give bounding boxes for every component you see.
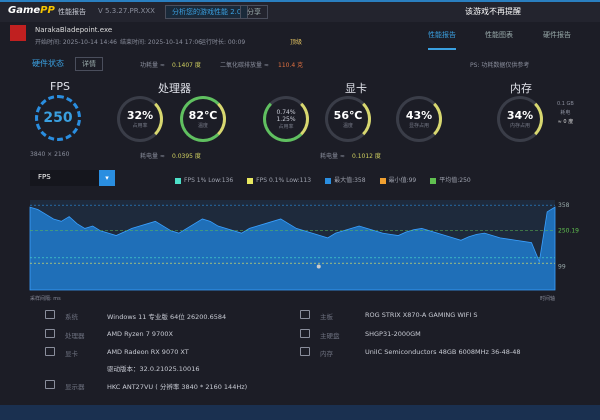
disk-icon <box>300 329 310 338</box>
spec-value: HKC ANT27VU ( 分辨率 3840 * 2160 144Hz) <box>107 383 248 391</box>
memory-side1: 0.1 GB <box>557 101 574 107</box>
details-button[interactable]: 详情 <box>75 57 103 71</box>
spec-value: SHGP31-2000GM <box>365 330 421 338</box>
legend-low1: FPS 1% Low:136 <box>175 177 233 184</box>
y-tick-label: 99 <box>558 264 566 271</box>
carbon-label: 二氧化碳排放量 ≈ <box>220 62 269 69</box>
fps-title: FPS <box>50 80 70 93</box>
spec-label: 内存 <box>320 350 333 358</box>
hardware-status-label: 硬件状态 <box>32 59 64 68</box>
cpu-temp-label: 温度 <box>197 123 208 129</box>
memory-side2: 耗电 <box>560 110 571 116</box>
motherboard-icon <box>300 310 310 319</box>
spec-value: ROG STRIX X870-A GAMING WIFI S <box>365 311 478 319</box>
y-tick-label: 358 <box>558 202 570 209</box>
dropdown-arrow-icon[interactable]: ▾ <box>99 170 115 186</box>
memory-side: 0.1 GB 耗电 ≈ 0 度 <box>557 100 574 127</box>
gpu-usage-label: 占用率 <box>278 123 294 130</box>
spec-value: Windows 11 专业版 64位 26200.6584 <box>107 313 227 321</box>
cpu-usage-label: 占用率 <box>132 123 148 129</box>
cpu-icon <box>45 329 55 338</box>
spec-value: UniIC Semiconductors 48GB 6008MHz 36-48-… <box>365 348 521 356</box>
x-end-label: 时间轴 <box>540 296 556 302</box>
gpu-usage-gauge: 0.74% 1.25% 占用率 <box>263 96 309 142</box>
tab-hardware-report[interactable]: 硬件报告 <box>543 30 571 40</box>
memory-side3: ≈ 0 度 <box>557 119 574 125</box>
fps-value: 250 <box>43 110 73 126</box>
tab-performance-chart[interactable]: 性能图表 <box>485 30 513 40</box>
start-time: 开始时间: 2025-10-14 14:46 <box>35 39 117 46</box>
memory-usage: 34% <box>506 109 534 122</box>
legend-max: 最大值:358 <box>325 175 366 184</box>
gpu-temp: 56℃ <box>333 109 363 122</box>
carbon-value: 110.4 克 <box>278 62 304 69</box>
power-value: 0.1407 度 <box>172 62 201 69</box>
x-start-label: 采样间隔: ms <box>30 296 61 302</box>
cpu-title: 处理器 <box>158 82 191 95</box>
cpu-usage-gauge: 32% 占用率 <box>117 96 163 142</box>
gpu-temp-label: 温度 <box>342 123 353 129</box>
tab-performance-report[interactable]: 性能报告 <box>428 30 456 50</box>
spec-label: 显卡 <box>65 350 78 358</box>
windows-icon <box>45 310 55 319</box>
gpu-temp-gauge: 56℃ 温度 <box>325 96 371 142</box>
gpu-usage: 0.74% 1.25% <box>276 108 296 123</box>
spec-label: 显示器 <box>65 383 85 391</box>
cpu-temp: 82℃ <box>188 109 218 122</box>
gpu-title: 显卡 <box>345 82 367 95</box>
app-title: 性能报告 <box>58 8 86 16</box>
taskbar <box>0 405 600 420</box>
spec-label: 处理器 <box>65 332 85 340</box>
spec-label: 主硬盘 <box>320 332 340 340</box>
gpu-icon <box>45 347 55 356</box>
end-time: 结束时间: 2025-10-14 17:06 <box>120 39 202 46</box>
gamepp-logo: GamePP <box>8 5 55 16</box>
power-label: 功耗量 ≈ <box>140 62 165 69</box>
power-note: PS: 功耗数据仅供参考 <box>470 62 530 69</box>
y-tick-label: 250.19 <box>558 228 579 235</box>
no-remind-link[interactable]: 该游戏不再提醒 <box>465 6 521 17</box>
spec-label: 系统 <box>65 313 78 321</box>
memory-gauge: 34% 内存占用 <box>497 96 543 142</box>
cpu-usage: 32% <box>126 109 154 122</box>
game-name: NarakaBladepoint.exe <box>35 26 113 34</box>
min-point <box>316 264 321 269</box>
cpu-power-label: 耗电量 ≈ <box>140 153 165 160</box>
spec-value: AMD Ryzen 7 9700X <box>107 330 173 338</box>
legend-low01: FPS 0.1% Low:113 <box>247 177 311 184</box>
gpu-power-label: 耗电量 ≈ <box>320 153 345 160</box>
memory-usage-label: 内存占用 <box>509 123 530 129</box>
metric-value: FPS <box>38 173 51 181</box>
cpu-power-value: 0.0395 度 <box>172 153 201 160</box>
duration: 运行时长: 00:09 <box>200 39 246 46</box>
legend-avg: 平均值:250 <box>430 175 471 184</box>
spec-value: 驱动版本：32.0.21025.10016 <box>107 365 200 373</box>
fps-chart: 358 250.19 99 <box>29 200 579 291</box>
spec-value: AMD Radeon RX 9070 XT <box>107 348 189 356</box>
gpu-power-value: 0.1012 度 <box>352 153 381 160</box>
spec-label: 主板 <box>320 313 333 321</box>
monitor-icon <box>45 380 55 389</box>
vram-label: 显存占用 <box>408 123 429 129</box>
version: V 5.3.27.PR.XXX <box>98 7 155 15</box>
memory-icon <box>300 347 310 356</box>
cpu-temp-gauge: 82℃ 温度 <box>180 96 226 142</box>
legend-min: 最小值:99 <box>379 175 416 184</box>
quality-tag: 顶级 <box>290 39 303 46</box>
analyze-button[interactable]: 分析您的游戏性能 2.0 <box>165 5 249 19</box>
memory-title: 内存 <box>510 82 532 95</box>
game-icon <box>10 25 26 41</box>
resolution: 3840 × 2160 <box>30 151 70 158</box>
chart-legend: FPS 1% Low:136 FPS 0.1% Low:113 最大值:358 最小值… <box>175 175 485 184</box>
vram-gauge: 43% 显存占用 <box>396 96 442 142</box>
share-button[interactable]: 分享 <box>240 5 268 19</box>
fps-gauge: 250 <box>35 95 81 141</box>
vram-usage: 43% <box>405 109 433 122</box>
